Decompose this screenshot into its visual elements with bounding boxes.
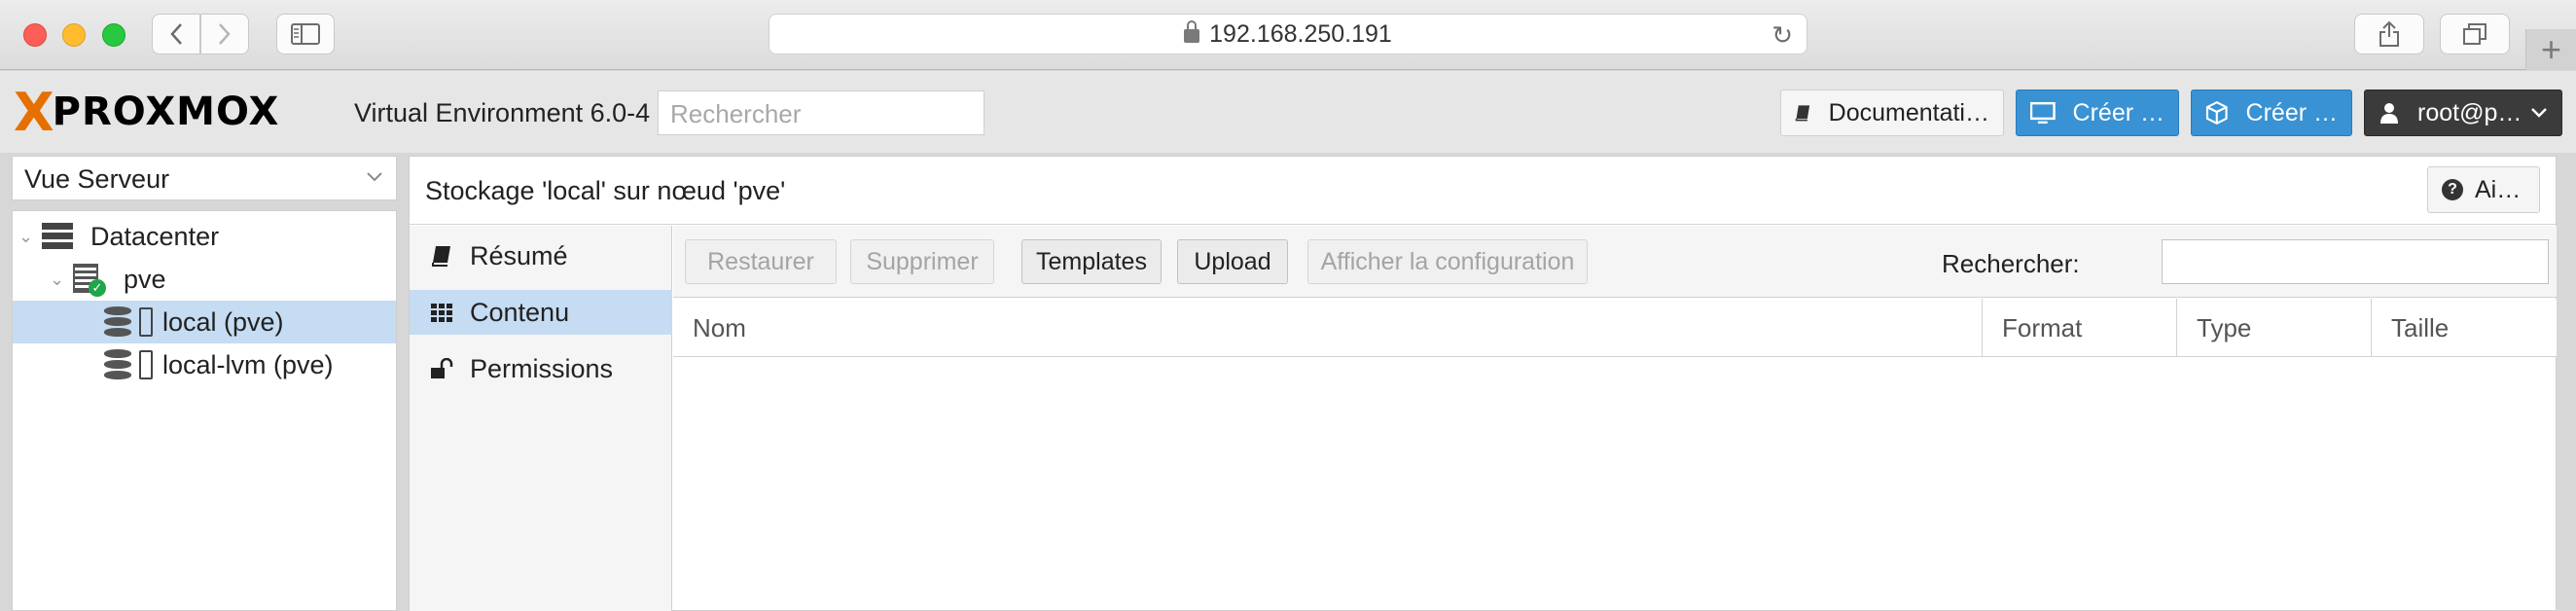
unlock-icon [431, 358, 453, 378]
documentation-button[interactable]: Documentati… [1780, 90, 2004, 136]
content-search-input[interactable] [2162, 239, 2549, 284]
documentation-label: Documentati… [1828, 98, 1989, 126]
create-vm-button[interactable]: Créer … [2016, 90, 2179, 136]
column-header-format[interactable]: Format [1983, 299, 2177, 357]
tree-node-local-pve[interactable]: local (pve) [13, 301, 396, 343]
help-button[interactable]: ? Ai… [2427, 166, 2540, 213]
show-config-button[interactable]: Afficher la configuration [1307, 239, 1588, 284]
address-bar[interactable]: 192.168.250.191 ↻ [769, 14, 1807, 54]
tree-node-label: Datacenter [90, 221, 220, 251]
tree-node-label: local (pve) [162, 306, 284, 337]
chevron-left-icon [170, 23, 182, 45]
tree-node-datacenter[interactable]: ⌄ Datacenter [13, 215, 396, 258]
storage-subnav: Résumé Contenu Permissions [410, 226, 672, 611]
sidebar-icon [291, 23, 320, 45]
back-button[interactable] [152, 14, 200, 54]
tree-node-label: pve [124, 264, 166, 294]
column-header-nom[interactable]: Nom [673, 299, 1983, 357]
status-icon [139, 307, 153, 337]
column-header-type[interactable]: Type [2177, 299, 2372, 357]
create-ct-label: Créer … [2245, 98, 2338, 126]
new-tab-button[interactable]: + [2525, 29, 2576, 70]
forward-button[interactable] [200, 14, 249, 54]
user-icon [2380, 103, 2398, 124]
url-text: 192.168.250.191 [1209, 19, 1392, 48]
plus-icon: + [2540, 29, 2562, 69]
content-toolbar: Restaurer Supprimer Templates Upload Aff… [673, 226, 2557, 298]
user-label: root@p… [2417, 98, 2522, 126]
share-icon [2379, 20, 2399, 47]
close-window-button[interactable] [23, 23, 47, 47]
tab-overview-button[interactable] [2440, 14, 2510, 54]
book-icon [1795, 105, 1810, 122]
global-search-input[interactable]: Rechercher [658, 90, 984, 135]
content-panel: Stockage 'local' sur nœud 'pve' ? Ai… Ré… [409, 156, 2557, 611]
cube-icon [2205, 101, 2228, 125]
tabs-icon [2463, 23, 2487, 45]
tree-node-local-lvm-pve[interactable]: local-lvm (pve) [13, 343, 396, 386]
column-header-taille[interactable]: Taille [2372, 299, 2557, 357]
upload-button[interactable]: Upload [1177, 239, 1288, 284]
subnav-item-label: Contenu [470, 297, 570, 327]
sidebar-toggle-button[interactable] [276, 14, 335, 54]
delete-button[interactable]: Supprimer [850, 239, 994, 284]
app-header: X PROXMOX Virtual Environment 6.0-4 Rech… [0, 71, 2576, 153]
subnav-item-resume[interactable]: Résumé [410, 234, 672, 278]
subnav-item-label: Résumé [470, 240, 568, 270]
subnav-item-permissions[interactable]: Permissions [410, 346, 672, 391]
book-icon [432, 246, 450, 267]
reload-icon[interactable]: ↻ [1771, 20, 1793, 51]
status-icon [139, 350, 153, 379]
proxmox-logo[interactable]: X PROXMOX [14, 82, 280, 143]
user-menu-button[interactable]: root@p… [2364, 90, 2562, 136]
lock-icon [1184, 20, 1200, 43]
logo-wordmark: PROXMOX [52, 90, 280, 134]
zoom-window-button[interactable] [102, 23, 125, 47]
share-button[interactable] [2354, 14, 2424, 54]
resource-tree: ⌄ Datacenter ⌄ ✓ pve local (pve) local-l… [12, 210, 397, 611]
chevron-down-icon [367, 172, 382, 182]
create-ct-button[interactable]: Créer … [2191, 90, 2352, 136]
logo-x: X [14, 81, 54, 143]
product-version: Virtual Environment 6.0-4 [354, 98, 651, 127]
tree-node-label: local-lvm (pve) [162, 349, 334, 379]
subnav-item-label: Permissions [470, 353, 614, 383]
restore-button[interactable]: Restaurer [685, 239, 837, 284]
templates-button[interactable]: Templates [1021, 239, 1162, 284]
minimize-window-button[interactable] [62, 23, 86, 47]
storage-icon [104, 349, 131, 380]
subnav-item-contenu[interactable]: Contenu [410, 290, 672, 335]
page-title: Stockage 'local' sur nœud 'pve' [425, 176, 786, 205]
view-selector-value: Vue Serveur [24, 164, 170, 194]
monitor-icon [2030, 101, 2056, 125]
search-label: Rechercher: [1942, 249, 2080, 278]
datacenter-icon [42, 223, 73, 250]
content-grid-header: Nom Format Type Taille [673, 299, 2557, 357]
chevron-down-icon [2531, 108, 2547, 118]
collapse-arrow-icon[interactable]: ⌄ [50, 270, 64, 290]
grid-icon [431, 304, 452, 322]
view-selector[interactable]: Vue Serveur [12, 156, 397, 200]
chevron-right-icon [219, 23, 231, 45]
panel-header: Stockage 'local' sur nœud 'pve' ? Ai… [410, 157, 2556, 225]
browser-toolbar: 192.168.250.191 ↻ + [0, 0, 2576, 70]
question-icon: ? [2442, 179, 2463, 200]
create-vm-label: Créer … [2072, 98, 2165, 126]
status-ok-icon: ✓ [89, 279, 106, 297]
storage-icon [104, 306, 131, 338]
tree-node-pve[interactable]: ⌄ ✓ pve [13, 258, 396, 301]
help-label: Ai… [2475, 175, 2522, 203]
collapse-arrow-icon[interactable]: ⌄ [18, 227, 33, 247]
